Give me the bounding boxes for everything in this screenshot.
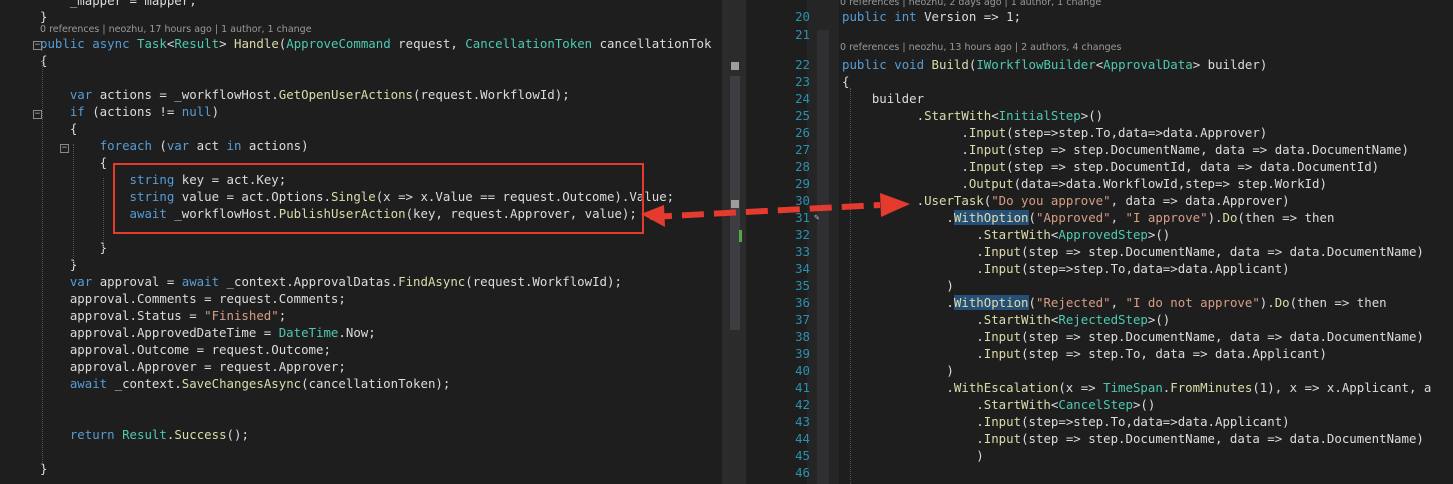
line-number: 30 bbox=[795, 193, 810, 208]
line-number: 21 bbox=[795, 27, 810, 42]
line-number: 20 bbox=[795, 9, 810, 24]
code-line[interactable]: public async Task<Result> Handle(Approve… bbox=[40, 35, 711, 52]
line-number: 33 bbox=[795, 244, 810, 259]
line-number: 23 bbox=[795, 74, 810, 89]
line-number: 26 bbox=[795, 125, 810, 140]
line-number: 45 bbox=[795, 448, 810, 463]
line-number: 32 bbox=[795, 227, 810, 242]
line-number: 41 bbox=[795, 380, 810, 395]
code-line[interactable]: { bbox=[842, 73, 849, 90]
line-number: 38 bbox=[795, 329, 810, 344]
code-line[interactable]: await _context.SaveChangesAsync(cancella… bbox=[40, 375, 450, 392]
line-number: 22 bbox=[795, 57, 810, 72]
indent-guide bbox=[103, 178, 104, 249]
code-line[interactable]: .StartWith<CancelStep>() bbox=[842, 396, 1155, 413]
code-line[interactable]: .WithOption("Rejected", "I do not approv… bbox=[842, 294, 1387, 311]
scrollbar-thumb[interactable] bbox=[817, 30, 829, 484]
code-line[interactable]: .Input(step => step.To, data => data.App… bbox=[842, 345, 1327, 362]
line-number: 40 bbox=[795, 363, 810, 378]
line-number: 24 bbox=[795, 91, 810, 106]
code-line[interactable]: approval.Outcome = request.Outcome; bbox=[40, 341, 331, 358]
code-line[interactable]: } bbox=[40, 8, 47, 25]
collapse-icon[interactable]: − bbox=[33, 41, 42, 50]
code-line[interactable]: _mapper = mapper; bbox=[40, 0, 197, 9]
code-line[interactable]: public void Build(IWorkflowBuilder<Appro… bbox=[842, 56, 1267, 73]
code-line[interactable]: approval.Status = "Finished"; bbox=[40, 307, 286, 324]
code-line[interactable]: ) bbox=[842, 362, 953, 379]
code-line[interactable]: ) bbox=[842, 277, 953, 294]
line-number: 36 bbox=[795, 295, 810, 310]
code-line[interactable]: .Output(data=>data.WorkflowId,step=> ste… bbox=[842, 175, 1327, 192]
code-line[interactable]: .Input(step=>step.To,data=>data.Approver… bbox=[842, 124, 1267, 141]
line-number: 31 bbox=[795, 210, 810, 225]
code-line[interactable]: ) bbox=[842, 447, 983, 464]
scroll-marker bbox=[731, 200, 739, 208]
code-line[interactable]: .Input(step => step.DocumentName, data =… bbox=[842, 243, 1424, 260]
pen-icon: ✎ bbox=[814, 213, 820, 223]
indent-guide bbox=[73, 144, 74, 266]
code-line[interactable]: .WithOption("Approved", "I approve").Do(… bbox=[842, 209, 1334, 226]
line-number: 39 bbox=[795, 346, 810, 361]
code-line[interactable]: .Input(step => step.DocumentId, data => … bbox=[842, 158, 1379, 175]
left-vertical-scrollbar[interactable] bbox=[722, 0, 746, 484]
code-line[interactable]: approval.Comments = request.Comments; bbox=[40, 290, 346, 307]
line-number: 25 bbox=[795, 108, 810, 123]
scroll-marker bbox=[731, 62, 739, 70]
left-editor-pane[interactable]: 0 references | neozhu, 17 hours ago | 1 … bbox=[0, 0, 722, 484]
code-line[interactable]: approval.ApprovedDateTime = DateTime.Now… bbox=[40, 324, 376, 341]
code-line[interactable]: .StartWith<ApprovedStep>() bbox=[842, 226, 1170, 243]
code-line[interactable]: .Input(step => step.DocumentName, data =… bbox=[842, 141, 1409, 158]
code-line[interactable]: var actions = _workflowHost.GetOpenUserA… bbox=[40, 86, 570, 103]
code-line[interactable]: approval.Approver = request.Approver; bbox=[40, 358, 346, 375]
line-number: 34 bbox=[795, 261, 810, 276]
code-line[interactable]: .Input(step=>step.To,data=>data.Applican… bbox=[842, 413, 1289, 430]
code-line[interactable]: if (actions != null) bbox=[40, 103, 219, 120]
code-line[interactable]: .UserTask("Do you approve", data => data… bbox=[842, 192, 1290, 209]
code-line[interactable]: public int Version => 1; bbox=[842, 8, 1021, 25]
collapse-icon[interactable]: − bbox=[60, 144, 69, 153]
line-number: 43 bbox=[795, 414, 810, 429]
right-vertical-scrollbar[interactable] bbox=[807, 0, 839, 484]
line-number: 35 bbox=[795, 278, 810, 293]
line-number: 42 bbox=[795, 397, 810, 412]
line-number: 27 bbox=[795, 142, 810, 157]
right-editor-pane[interactable]: 0 references | neozhu, 2 days ago | 1 au… bbox=[752, 0, 1453, 484]
code-line[interactable]: { bbox=[40, 120, 77, 137]
code-line[interactable]: .Input(step=>step.To,data=>data.Applican… bbox=[842, 260, 1289, 277]
codelens-handle[interactable]: 0 references | neozhu, 13 hours ago | 2 … bbox=[840, 42, 1121, 54]
code-line[interactable]: .StartWith<InitialStep>() bbox=[842, 107, 1104, 124]
line-number: 46 bbox=[795, 465, 810, 480]
code-line[interactable]: return Result.Success(); bbox=[40, 426, 249, 443]
code-line[interactable]: var approval = await _context.ApprovalDa… bbox=[40, 273, 622, 290]
code-line[interactable]: builder bbox=[842, 90, 924, 107]
code-line[interactable]: .Input(step => step.DocumentName, data =… bbox=[842, 328, 1424, 345]
code-line[interactable]: .Input(step => step.DocumentName, data =… bbox=[842, 430, 1424, 447]
code-line[interactable]: .WithEscalation(x => TimeSpan.FromMinute… bbox=[842, 379, 1431, 396]
indent-guide bbox=[42, 60, 43, 466]
line-number: 37 bbox=[795, 312, 810, 327]
indent-guide bbox=[850, 88, 851, 484]
highlight-annotation-box bbox=[113, 163, 644, 234]
line-number: 28 bbox=[795, 159, 810, 174]
line-number: 29 bbox=[795, 176, 810, 191]
collapse-icon[interactable]: − bbox=[33, 110, 42, 119]
code-line[interactable]: foreach (var act in actions) bbox=[40, 137, 309, 154]
code-line[interactable]: .StartWith<RejectedStep>() bbox=[842, 311, 1170, 328]
code-line[interactable]: } bbox=[40, 256, 77, 273]
line-number: 44 bbox=[795, 431, 810, 446]
change-marker bbox=[739, 230, 742, 242]
